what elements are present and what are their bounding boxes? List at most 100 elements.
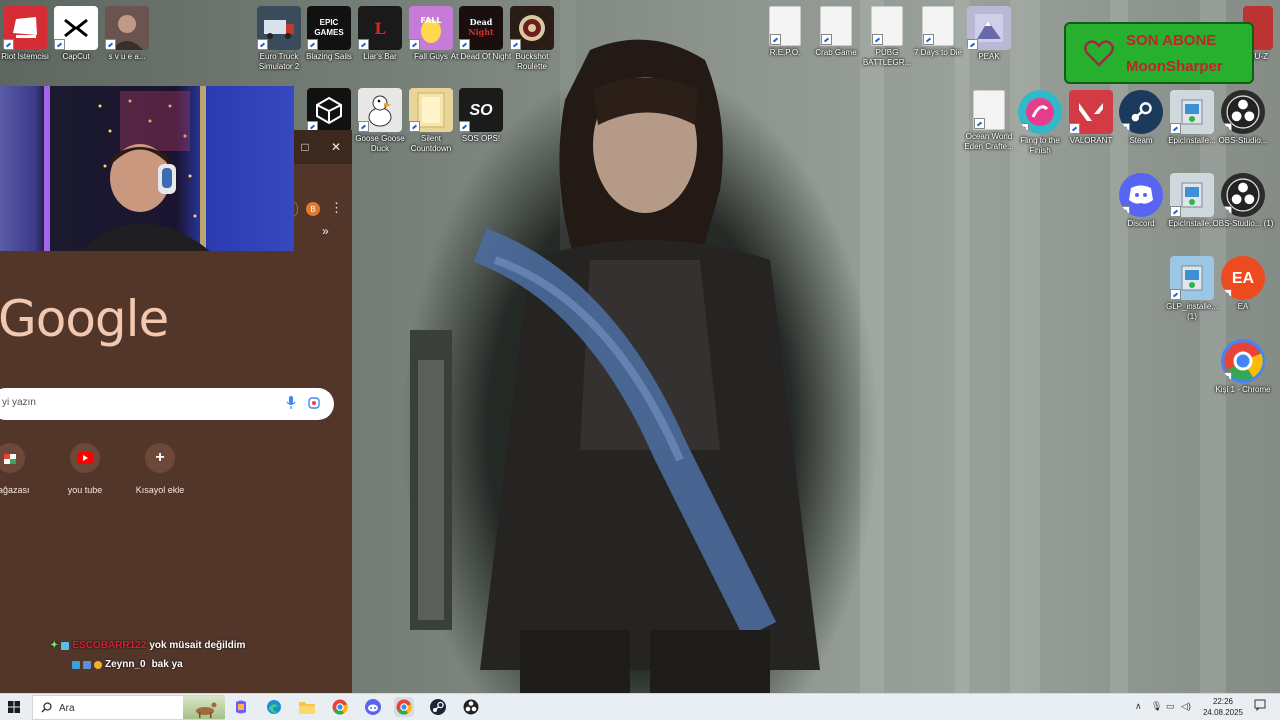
google-logo: Google [0,290,169,348]
desktop-icon[interactable]: CapCut [51,6,101,62]
clock-date: 24.08.2025 [1202,708,1244,717]
desktop-icon[interactable]: EA EA [1218,256,1268,312]
shortcut-arrow-icon [3,39,14,50]
google-search-box[interactable]: yi yazın [0,388,334,420]
chrome-icon[interactable] [330,697,350,717]
riot-client-icon [3,6,47,50]
notifications-icon[interactable] [1254,699,1266,713]
desktop-icon[interactable]: Kişi 1 - Chrome [1215,339,1271,395]
maximize-button[interactable]: □ [294,136,316,158]
desktop-icon[interactable]: VALORANT [1066,90,1116,146]
taskbar-clock[interactable]: 22:26 24.08.2025 [1200,696,1246,718]
copilot-icon[interactable] [231,697,251,717]
shortcut-arrow-icon [1170,206,1181,217]
speaker-icon[interactable]: ◁) [1181,701,1191,712]
desktop-icon[interactable]: EpicInstalle... [1167,90,1217,146]
microphone-tray-icon[interactable]: 🎙 [1151,701,1162,712]
shortcut-arrow-icon [1221,123,1232,134]
windows-start-icon[interactable] [8,701,20,713]
desktop-icon[interactable]: Crab Game [811,6,861,58]
menu-icon[interactable]: ⋮ [330,200,343,216]
desktop-icon[interactable]: OBS-Studio... (1) [1213,173,1273,229]
store-icon [0,443,25,473]
euro-truck-icon [257,6,301,50]
google-lens-icon[interactable] [308,397,320,409]
desktop-icon[interactable]: Euro Truck Simulator 2 [254,6,304,72]
desktop-icon[interactable]: L Liar's Bar [355,6,405,62]
desktop-icon[interactable] [304,88,354,134]
liars-bar-icon: L [358,6,402,50]
svg-text:Dead: Dead [470,17,493,27]
profile-avatar[interactable]: B [306,202,320,216]
svg-text:FALL: FALL [421,16,442,25]
microphone-icon[interactable] [286,396,296,410]
desktop-icon[interactable]: s v u e a... [102,6,152,62]
peak-icon [967,6,1011,50]
desktop-icon[interactable]: SO SOS OPS! [456,88,506,144]
close-button[interactable]: ✕ [325,136,347,158]
network-icon[interactable]: ▭ [1166,701,1175,712]
tray-chevron-icon[interactable]: ∧ [1135,701,1142,712]
desktop-icon[interactable]: Riot İstemcisi [0,6,50,62]
desktop-icon[interactable]: Fling to the Finish [1015,90,1065,156]
shortcut-label: you tube [67,485,103,495]
desktop-icon[interactable]: Dead Night At Dead Of Night [451,6,511,62]
desktop-icon-label: s v u e a... [108,52,146,61]
desktop-icon[interactable]: PUBG BATTLEGR... [862,6,912,68]
chat-text: bak ya [151,659,183,670]
badge-icon [61,641,70,650]
chat-username: ESCOBARR122 [72,640,147,651]
epic-games-icon: EPIC GAMES [307,6,351,50]
shortcut-arrow-icon [1119,206,1130,217]
desktop-icon[interactable]: OBS-Studio... [1218,90,1268,146]
shortcut-arrow-icon [1170,289,1181,300]
shortcut-arrow-icon [1069,123,1080,134]
desktop-icon[interactable]: Ocean World Eden Crafte... [964,90,1014,152]
shortcut-add[interactable]: + Kısayol ekle [130,443,190,495]
chrome-profile-icon[interactable] [394,697,414,717]
desktop-icon[interactable]: PEAK [964,6,1014,62]
shortcut-arrow-icon [923,34,934,45]
desktop-icon[interactable]: EpicInstalle... [1167,173,1217,229]
desktop-icon-label: OBS-Studio... [1218,136,1268,145]
edge-icon[interactable] [264,697,284,717]
shortcut-arrow-icon [105,39,116,50]
desktop-icon[interactable]: R.E.P.O. [760,6,810,58]
desktop-icon[interactable]: Discord [1116,173,1166,229]
desktop-icon[interactable]: Silent Countdown [406,88,456,154]
svg-text:Night: Night [468,27,494,37]
file-explorer-icon[interactable] [297,697,317,717]
taskbar-search-box[interactable]: Ara [32,695,225,720]
badge-icon [72,660,80,669]
discord-icon[interactable] [363,697,383,717]
shortcut-store[interactable]: Mağazası [0,443,40,495]
shortcut-arrow-icon [974,118,985,129]
heart-icon [1084,40,1114,67]
installer-icon [1170,173,1214,217]
search-highlight-image [183,696,225,719]
chrome-icon [1221,339,1265,383]
desktop-icon[interactable]: EPIC GAMES Blazing Sails [304,6,354,62]
desktop-icon[interactable]: Steam [1116,90,1166,146]
file-icon [973,90,1005,130]
shortcut-youtube[interactable]: you tube [55,443,115,495]
chat-message: ✦ ESCOBARR122 yok müsait değildim [50,640,245,651]
installer-icon [1170,90,1214,134]
shortcut-arrow-icon [1119,123,1130,134]
desktop-icon[interactable]: 7 Days to Die [913,6,963,58]
shortcut-arrow-icon [409,121,420,132]
desktop-icon[interactable]: Goose Goose Duck [355,88,405,154]
capcut-icon [54,6,98,50]
shortcut-arrow-icon [1221,206,1232,217]
desktop-icon[interactable]: FALL Fall Guys [406,6,456,62]
obs-icon[interactable] [461,697,481,717]
steam-icon [1119,90,1163,134]
photo-icon [105,6,149,50]
steam-icon[interactable] [428,697,448,717]
desktop-icon-label: Kişi 1 - Chrome [1215,385,1271,394]
desktop-icon-label: Buckshot Roulette [515,52,549,71]
desktop-icon[interactable]: Buckshot Roulette [507,6,557,72]
ea-icon: EA [1221,256,1265,300]
bookmarks-overflow-icon[interactable]: » [322,224,329,238]
desktop-icon[interactable]: GLP_installe... (1) [1166,256,1218,322]
